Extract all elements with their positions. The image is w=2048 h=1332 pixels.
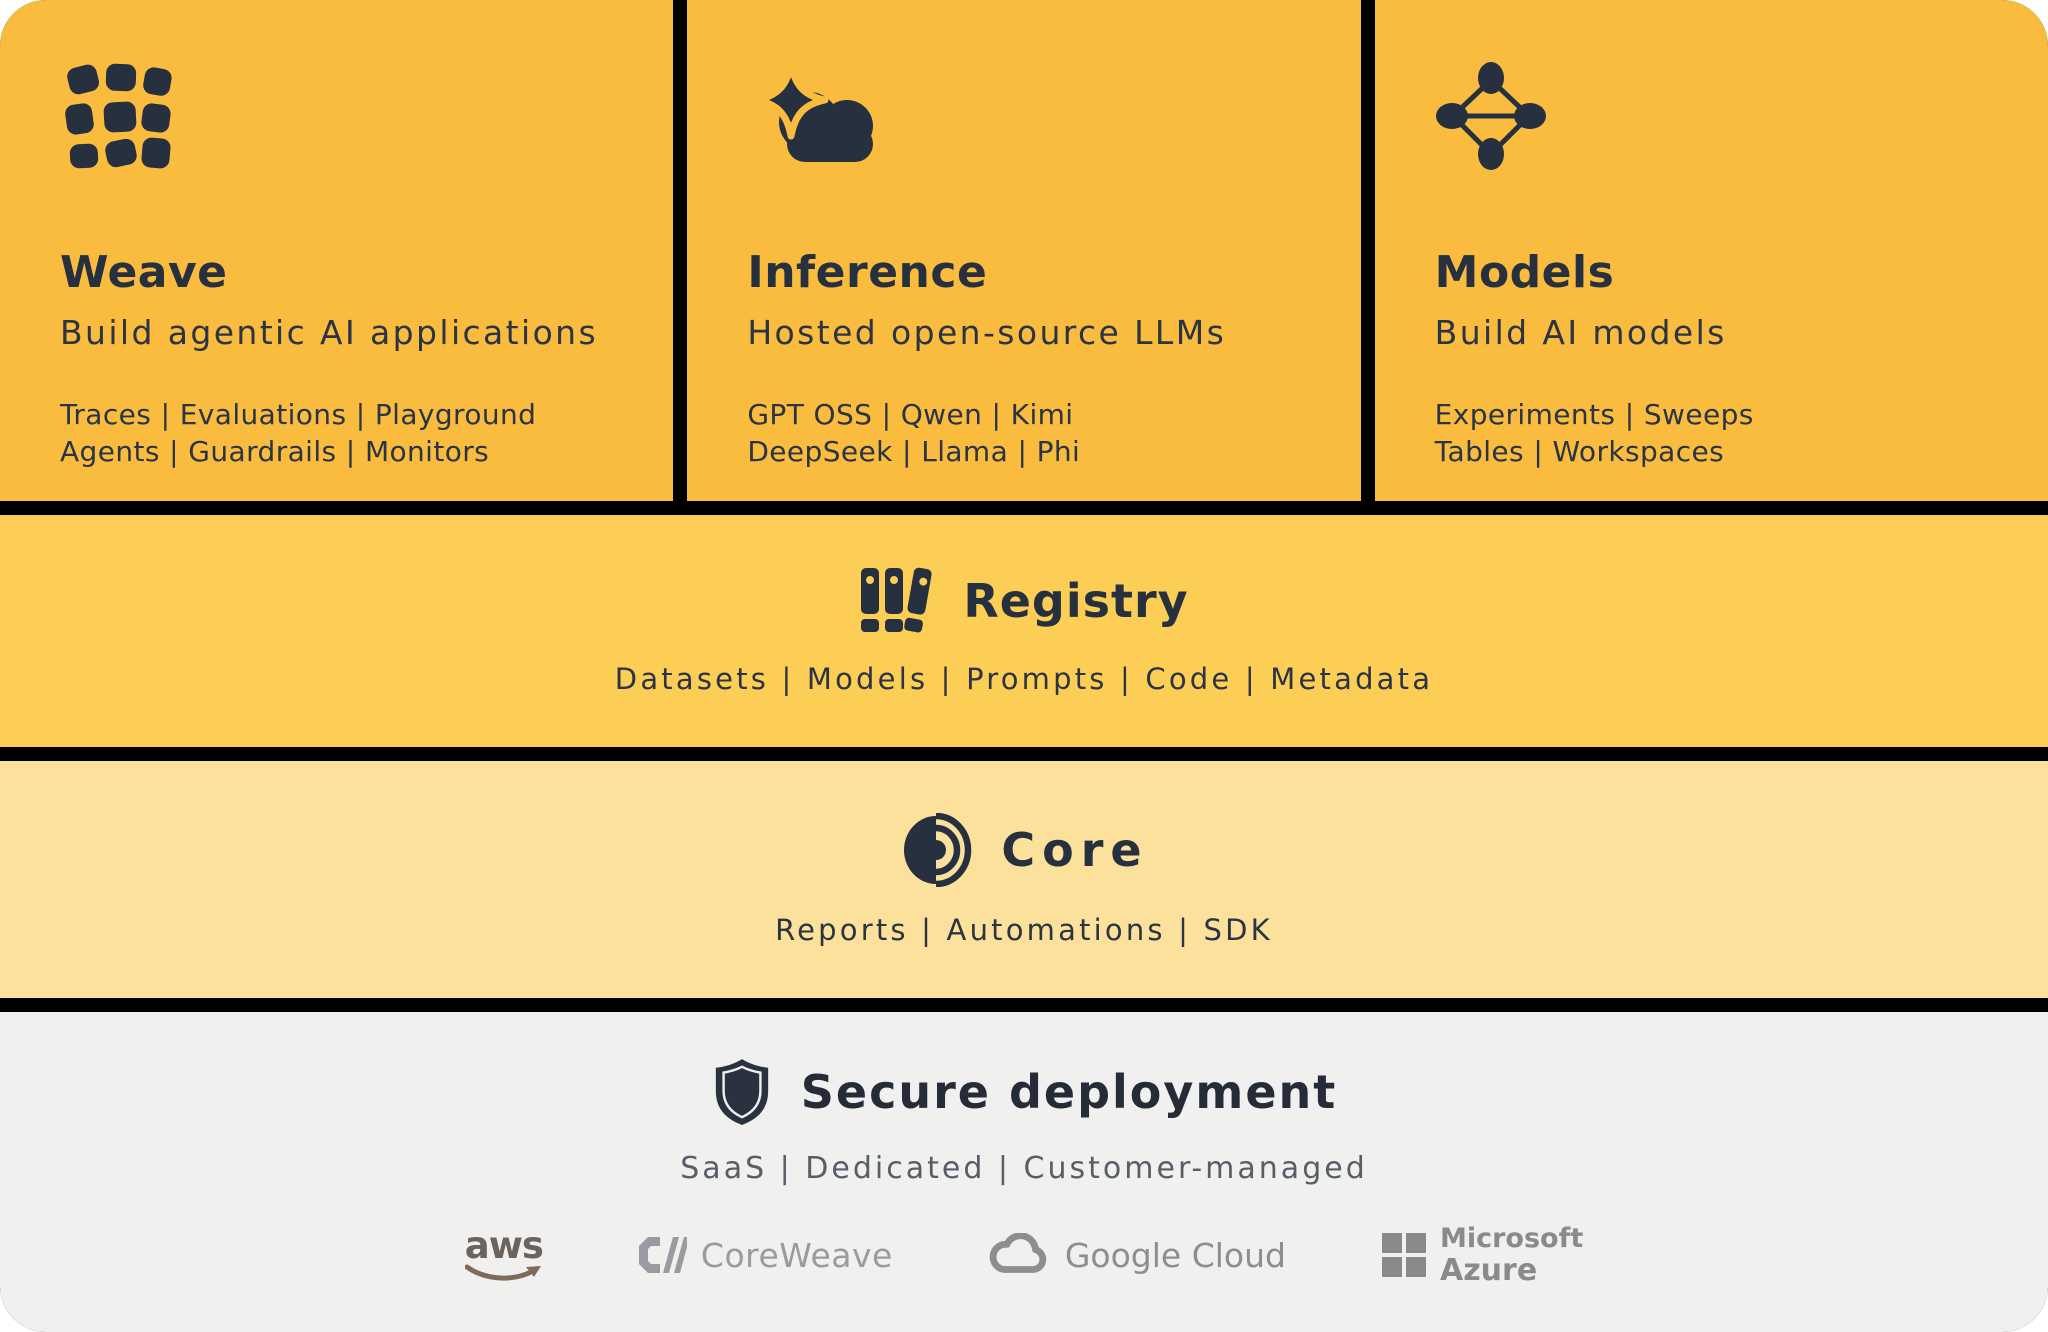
card-subtitle: Build agentic AI applications <box>60 313 623 352</box>
cloud-provider-logos: aws CoreWeave <box>465 1224 1584 1288</box>
card-features: GPT OSS | Qwen | Kimi DeepSeek | Llama |… <box>747 396 1310 470</box>
registry-features: Datasets | Models | Prompts | Code | Met… <box>615 662 1433 696</box>
card-features: Traces | Evaluations | Playground Agents… <box>60 396 623 470</box>
core-band: Core Reports | Automations | SDK <box>0 761 2048 998</box>
google-cloud-logo-text: Google Cloud <box>1065 1236 1286 1275</box>
card-features-line: Traces | Evaluations | Playground <box>60 396 623 433</box>
card-features-line: GPT OSS | Qwen | Kimi <box>747 396 1310 433</box>
weave-grid-icon <box>60 60 175 175</box>
secure-options: SaaS | Dedicated | Customer-managed <box>680 1151 1367 1186</box>
inference-card: Inference Hosted open-source LLMs GPT OS… <box>687 0 1360 501</box>
google-cloud-logo: Google Cloud <box>989 1233 1286 1277</box>
card-title: Models <box>1435 248 1998 299</box>
weave-card: Weave Build agentic AI applications Trac… <box>0 0 673 501</box>
card-title: Weave <box>60 248 623 299</box>
card-features-line: DeepSeek | Llama | Phi <box>747 433 1310 470</box>
coreweave-logo: CoreWeave <box>639 1236 893 1275</box>
sparkle-cloud-icon <box>747 60 889 172</box>
card-features: Experiments | Sweeps Tables | Workspaces <box>1435 396 1998 470</box>
card-title: Inference <box>747 248 1310 299</box>
google-cloud-cloud-icon <box>989 1233 1049 1277</box>
aws-smile-icon <box>465 1264 543 1284</box>
aws-logo: aws <box>465 1227 543 1284</box>
radar-core-icon <box>899 813 973 887</box>
wandb-platform-diagram: Weave Build agentic AI applications Trac… <box>0 0 2048 1332</box>
azure-grid-icon <box>1382 1233 1426 1277</box>
microsoft-azure-logo: Microsoft Azure <box>1382 1224 1583 1288</box>
shield-icon <box>711 1057 773 1127</box>
secure-deployment-band: Secure deployment SaaS | Dedicated | Cus… <box>0 1012 2048 1332</box>
core-features: Reports | Automations | SDK <box>775 913 1273 947</box>
card-subtitle: Build AI models <box>1435 313 1998 352</box>
secure-title: Secure deployment <box>801 1065 1338 1119</box>
core-title: Core <box>1001 823 1148 877</box>
card-features-line: Agents | Guardrails | Monitors <box>60 433 623 470</box>
network-nodes-icon <box>1435 60 1547 172</box>
card-features-line: Tables | Workspaces <box>1435 433 1998 470</box>
models-card: Models Build AI models Experiments | Swe… <box>1375 0 2048 501</box>
coreweave-cw-icon <box>639 1237 687 1273</box>
aws-logo-text: aws <box>465 1227 543 1264</box>
azure-logo-text: Azure <box>1440 1254 1583 1288</box>
card-features-line: Experiments | Sweeps <box>1435 396 1998 433</box>
product-cards-row: Weave Build agentic AI applications Trac… <box>0 0 2048 501</box>
registry-title: Registry <box>963 574 1188 628</box>
microsoft-logo-text: Microsoft <box>1440 1224 1583 1254</box>
card-subtitle: Hosted open-source LLMs <box>747 313 1310 352</box>
coreweave-logo-text: CoreWeave <box>701 1236 893 1275</box>
registry-band: Registry Datasets | Models | Prompts | C… <box>0 515 2048 747</box>
binders-icon <box>859 566 935 636</box>
